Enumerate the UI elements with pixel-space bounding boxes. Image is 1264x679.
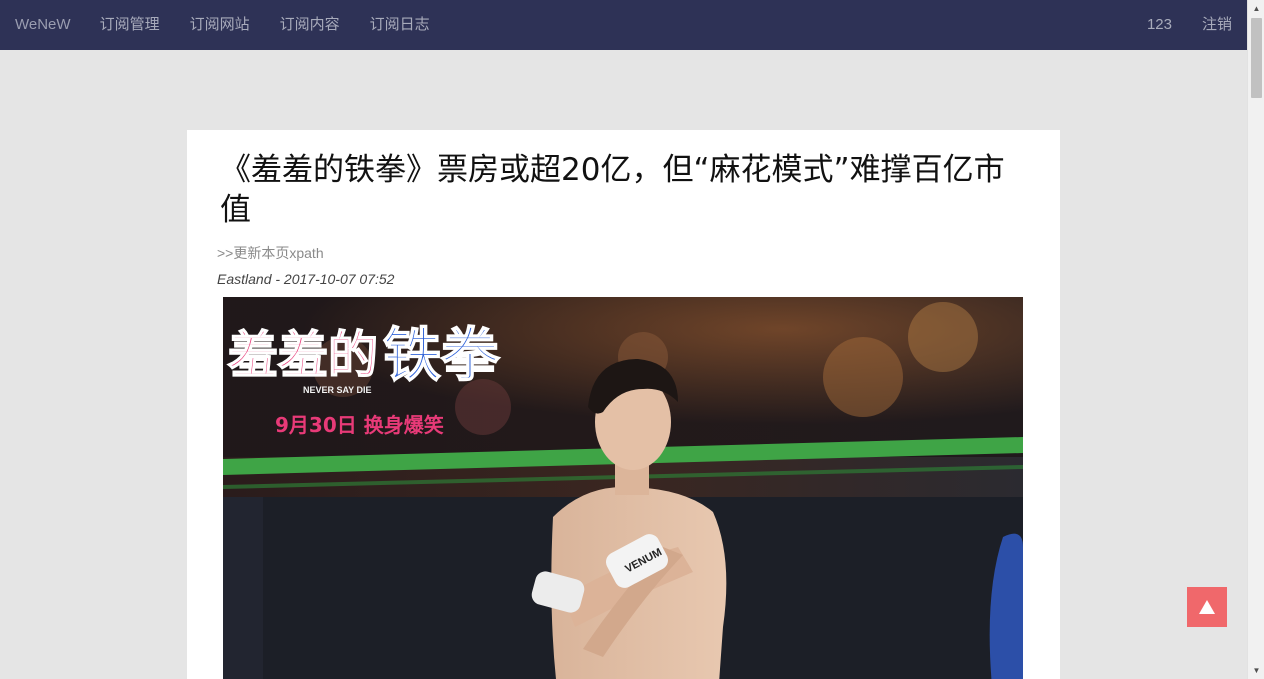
nav-subscription-sites[interactable]: 订阅网站	[190, 0, 250, 50]
nav-subscription-log[interactable]: 订阅日志	[370, 0, 430, 50]
nav-right-group: 123 注销	[1117, 0, 1232, 50]
scrollbar-thumb[interactable]	[1251, 18, 1262, 98]
logout-link[interactable]: 注销	[1202, 0, 1232, 50]
article-title: 《羞羞的铁拳》票房或超20亿，但“麻花模式”难撑百亿市值	[220, 152, 1005, 228]
triangle-up-icon	[1199, 600, 1215, 614]
poster-title-part1: 羞羞的	[227, 326, 378, 384]
top-navbar: WeNeW 订阅管理 订阅网站 订阅内容 订阅日志 123 注销	[0, 0, 1247, 50]
article-card: 《羞羞的铁拳》票房或超20亿，但“麻花模式”难撑百亿市值 >>更新本页xpath…	[187, 130, 1060, 679]
article-hero-image: VENUM 羞羞的 铁拳 NEVER SAY DIE 9月30日 换身爆笑	[223, 297, 1023, 679]
nav-subscription-content[interactable]: 订阅内容	[280, 0, 340, 50]
poster-subtitle: NEVER SAY DIE	[303, 385, 372, 395]
article-meta: Eastland - 2017-10-07 07:52	[217, 271, 395, 287]
nav-subscription-management[interactable]: 订阅管理	[100, 0, 160, 50]
user-name-link[interactable]: 123	[1147, 0, 1172, 50]
vertical-scrollbar[interactable]: ▲ ▼	[1247, 0, 1264, 679]
poster-release-text: 9月30日 换身爆笑	[275, 413, 444, 437]
update-xpath-link[interactable]: >>更新本页xpath	[217, 243, 1030, 263]
scroll-down-icon[interactable]: ▼	[1248, 662, 1264, 679]
back-to-top-button[interactable]	[1187, 587, 1227, 627]
poster-title-part2: 铁拳	[383, 321, 500, 389]
brand-logo[interactable]: WeNeW	[15, 0, 71, 50]
scroll-up-icon[interactable]: ▲	[1248, 0, 1264, 17]
movie-poster-image: VENUM 羞羞的 铁拳 NEVER SAY DIE 9月30日 换身爆笑	[223, 297, 1023, 679]
